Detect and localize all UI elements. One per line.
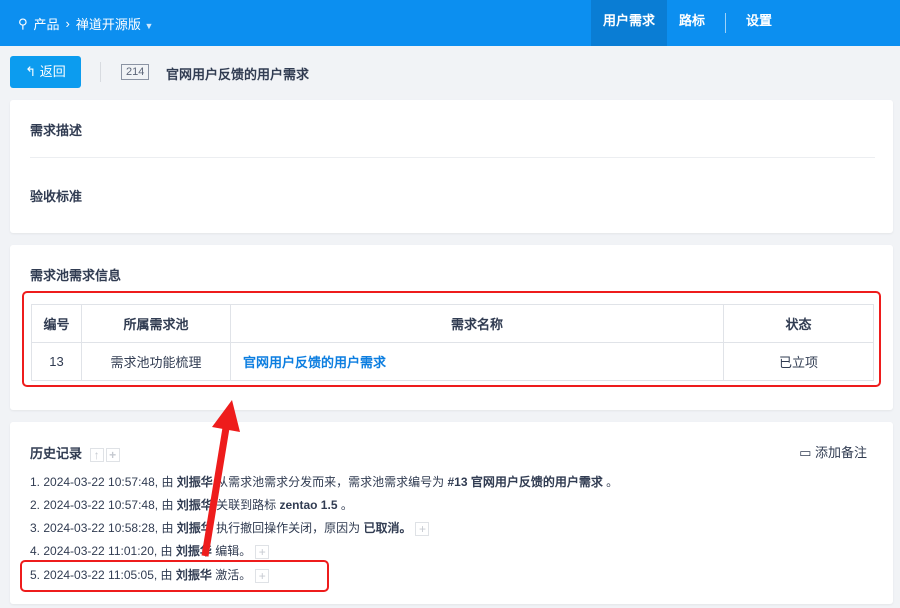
annotation-arrow xyxy=(201,400,240,557)
